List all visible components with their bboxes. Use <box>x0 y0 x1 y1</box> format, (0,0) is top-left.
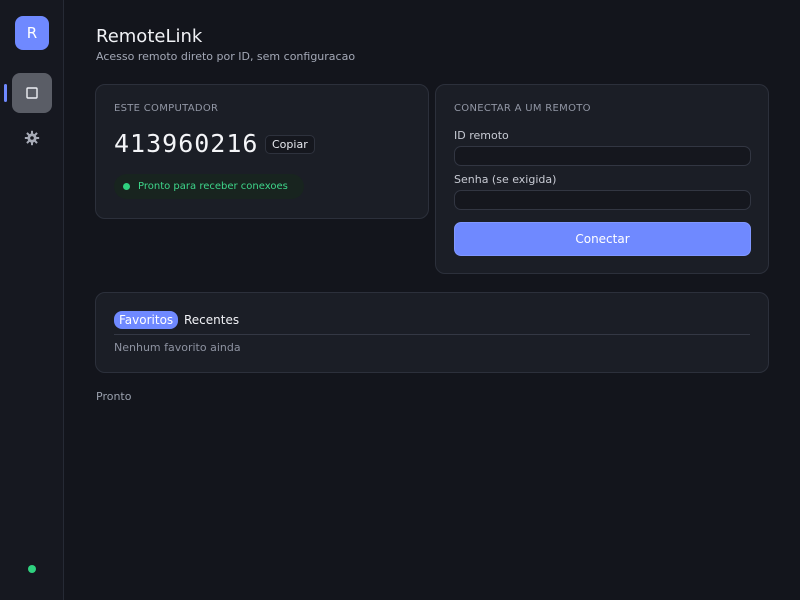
status-text: Pronto <box>96 390 132 403</box>
page-subtitle: Acesso remoto direto por ID, sem configu… <box>96 50 356 63</box>
favorites-card: Favoritos Recentes Nenhum favorito ainda <box>95 292 769 373</box>
remote-id-input[interactable] <box>454 146 751 166</box>
connection-status-dot <box>28 565 36 573</box>
page-title: RemoteLink <box>96 26 203 47</box>
nav-settings-button[interactable] <box>12 120 52 160</box>
nav-home-button[interactable] <box>12 73 52 113</box>
local-id: 413960216 <box>114 129 259 158</box>
tabs-divider <box>114 334 750 335</box>
copy-id-button[interactable]: Copiar <box>265 135 315 154</box>
square-icon <box>26 84 38 103</box>
connect-button[interactable]: Conectar <box>454 222 751 256</box>
status-dot-icon <box>123 183 130 190</box>
password-label: Senha (se exigida) <box>454 173 557 186</box>
password-input[interactable] <box>454 190 751 210</box>
sidebar: R <box>0 0 64 600</box>
remote-id-label: ID remoto <box>454 129 509 142</box>
ready-status-text: Pronto para receber conexoes <box>138 181 288 192</box>
remote-card-label: CONECTAR A UM REMOTO <box>454 103 591 114</box>
tab-recent[interactable]: Recentes <box>184 311 239 329</box>
ready-status-badge: Pronto para receber conexoes <box>114 174 304 199</box>
active-nav-indicator <box>4 84 7 102</box>
local-card-label: ESTE COMPUTADOR <box>114 103 219 114</box>
gear-icon <box>24 130 40 150</box>
local-computer-card: ESTE COMPUTADOR 413960216 Copiar Pronto … <box>95 84 429 219</box>
connect-remote-card: CONECTAR A UM REMOTO ID remoto Senha (se… <box>435 84 769 274</box>
app-logo: R <box>15 16 49 50</box>
empty-favorites-message: Nenhum favorito ainda <box>114 341 241 354</box>
tab-favorites[interactable]: Favoritos <box>114 311 179 329</box>
